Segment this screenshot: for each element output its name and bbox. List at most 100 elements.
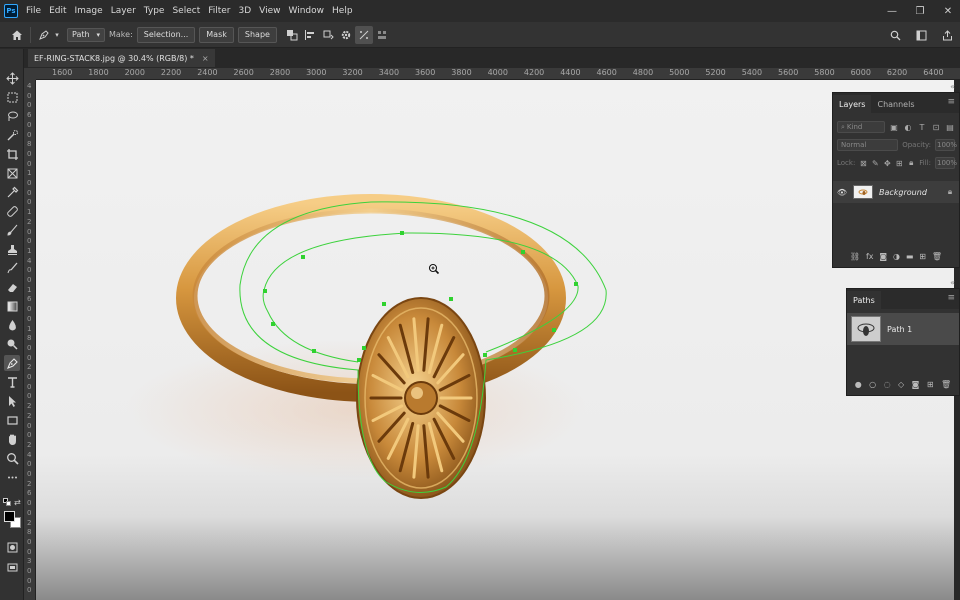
fill-path-icon[interactable]: ●	[855, 380, 862, 389]
menu-3d[interactable]: 3D	[235, 0, 256, 22]
make-selection-button[interactable]: Selection...	[136, 26, 196, 43]
path-row[interactable]: Path 1	[847, 313, 959, 345]
stroke-path-icon[interactable]: ○	[869, 380, 876, 389]
path-operations-icon[interactable]	[283, 26, 301, 44]
horizontal-ruler[interactable]: 1600 1800 2000 2200 2400 2600 2800 3000 3200 3400…	[36, 68, 960, 80]
link-icon[interactable]: ⛓︎	[850, 252, 860, 261]
quick-mask-icon[interactable]	[4, 539, 20, 555]
minimize-icon[interactable]: —	[886, 5, 898, 17]
path-alignment-icon[interactable]	[301, 26, 319, 44]
make-work-path-icon[interactable]: ◇	[898, 380, 904, 389]
rectangle-tool-icon[interactable]	[4, 412, 20, 428]
collapse-icon[interactable]: «	[950, 278, 955, 287]
make-shape-button[interactable]: Shape	[237, 26, 277, 43]
menu-view[interactable]: View	[255, 0, 284, 22]
history-brush-tool-icon[interactable]	[4, 260, 20, 276]
menu-window[interactable]: Window	[285, 0, 329, 22]
auto-add-delete-icon[interactable]	[354, 25, 373, 44]
eraser-tool-icon[interactable]	[4, 279, 20, 295]
align-edges-icon[interactable]	[373, 26, 391, 44]
dodge-tool-icon[interactable]	[4, 336, 20, 352]
pen-tool-icon[interactable]	[4, 355, 20, 371]
collapse-icon[interactable]: «	[950, 82, 955, 91]
type-filter-icon[interactable]: T	[917, 122, 927, 132]
lock-position-icon[interactable]: ✥	[883, 158, 891, 168]
tool-mode-select[interactable]: Path ▾	[67, 27, 105, 42]
type-tool-icon[interactable]	[4, 374, 20, 390]
tab-channels[interactable]: Channels	[871, 95, 920, 113]
shape-filter-icon[interactable]: ⊡	[931, 122, 941, 132]
document-canvas[interactable]	[36, 80, 954, 600]
ruler-origin[interactable]	[24, 68, 36, 80]
menu-image[interactable]: Image	[71, 0, 107, 22]
adjustment-filter-icon[interactable]: ◐	[903, 122, 913, 132]
chevron-down-icon[interactable]: ▾	[53, 26, 61, 44]
folder-icon[interactable]: ▬	[906, 252, 914, 261]
brush-tool-icon[interactable]	[4, 222, 20, 238]
menu-file[interactable]: File	[22, 0, 45, 22]
blend-mode-select[interactable]: Normal	[837, 139, 899, 151]
photoshop-logo[interactable]: Ps	[4, 4, 18, 18]
home-icon[interactable]	[8, 26, 26, 44]
lock-paint-icon[interactable]: ✎	[871, 158, 879, 168]
close-icon[interactable]: ✕	[942, 5, 954, 17]
lasso-tool-icon[interactable]	[4, 108, 20, 124]
filter-kind-select[interactable]: ⌕ Kind	[837, 121, 885, 133]
path-arrangement-icon[interactable]	[319, 26, 337, 44]
path-selection-tool-icon[interactable]	[4, 393, 20, 409]
load-selection-icon[interactable]: ◌	[884, 380, 891, 389]
marquee-tool-icon[interactable]	[4, 89, 20, 105]
fill-field[interactable]: 100%	[935, 157, 957, 169]
menu-filter[interactable]: Filter	[204, 0, 234, 22]
menu-layer[interactable]: Layer	[107, 0, 140, 22]
new-path-icon[interactable]: ⊞	[927, 380, 934, 389]
make-mask-button[interactable]: Mask	[199, 26, 234, 43]
blur-tool-icon[interactable]	[4, 317, 20, 333]
foreground-color-swatch[interactable]	[4, 511, 15, 522]
gradient-tool-icon[interactable]	[4, 298, 20, 314]
trash-icon[interactable]: 🗑︎	[941, 380, 951, 389]
new-layer-icon[interactable]: ⊞	[919, 252, 926, 261]
opacity-field[interactable]: 100%	[935, 139, 957, 151]
zoom-tool-icon[interactable]	[4, 450, 20, 466]
lock-transparent-icon[interactable]: ⊠	[859, 158, 867, 168]
menu-select[interactable]: Select	[168, 0, 204, 22]
maximize-icon[interactable]: ❐	[914, 5, 926, 17]
smart-object-filter-icon[interactable]: ▤	[945, 122, 955, 132]
tab-layers[interactable]: Layers	[833, 95, 872, 113]
panel-menu-icon[interactable]: ≡	[947, 293, 955, 303]
tab-paths[interactable]: Paths	[847, 291, 881, 309]
mask-icon[interactable]: ◙	[879, 252, 887, 261]
close-icon[interactable]: ×	[202, 54, 209, 63]
quick-selection-tool-icon[interactable]	[4, 127, 20, 143]
search-icon[interactable]	[886, 26, 904, 44]
vertical-ruler[interactable]: 4006008001000120014001600180020002200240…	[24, 80, 36, 600]
gear-icon[interactable]	[337, 26, 355, 44]
swap-colors-icon[interactable]: ⇄	[14, 498, 21, 507]
screen-mode-icon[interactable]	[4, 559, 20, 575]
layer-row-background[interactable]: 👁︎ Background 🔒︎	[833, 181, 959, 203]
adjustment-icon[interactable]: ◑	[893, 252, 900, 261]
frame-tool-icon[interactable]	[4, 165, 20, 181]
add-mask-icon[interactable]: ◙	[912, 380, 920, 389]
crop-tool-icon[interactable]	[4, 146, 20, 162]
eyedropper-tool-icon[interactable]	[4, 184, 20, 200]
menu-edit[interactable]: Edit	[45, 0, 70, 22]
healing-brush-tool-icon[interactable]	[4, 203, 20, 219]
trash-icon[interactable]: 🗑︎	[932, 252, 942, 261]
lock-all-icon[interactable]: 🔒︎	[907, 158, 915, 168]
document-tab[interactable]: EF-RING-STACK8.jpg @ 30.4% (RGB/8) * ×	[28, 49, 215, 67]
default-colors-icon[interactable]	[3, 498, 11, 506]
panel-menu-icon[interactable]: ≡	[947, 97, 955, 107]
menu-type[interactable]: Type	[140, 0, 169, 22]
share-icon[interactable]	[938, 26, 956, 44]
lock-artboard-icon[interactable]: ⊞	[895, 158, 903, 168]
clone-stamp-tool-icon[interactable]	[4, 241, 20, 257]
fx-icon[interactable]: fx	[866, 252, 874, 261]
move-tool-icon[interactable]	[4, 70, 20, 86]
hand-tool-icon[interactable]	[4, 431, 20, 447]
edit-toolbar-icon[interactable]	[4, 469, 20, 485]
pixel-filter-icon[interactable]: ▣	[889, 122, 899, 132]
pen-tool-preset-icon[interactable]	[35, 26, 53, 44]
menu-help[interactable]: Help	[328, 0, 357, 22]
